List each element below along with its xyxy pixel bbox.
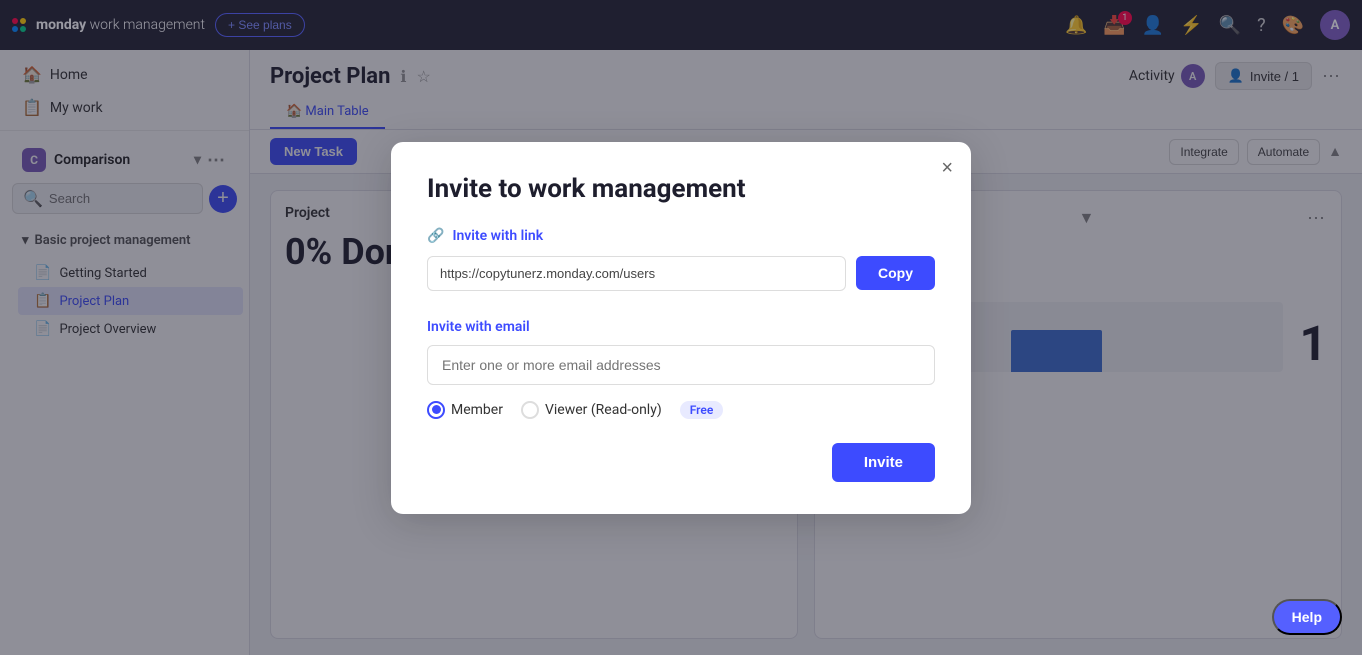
invite-submit-button[interactable]: Invite xyxy=(832,443,935,482)
viewer-radio-dot xyxy=(521,401,539,419)
member-label: Member xyxy=(451,402,503,418)
invite-link-label: Invite with link xyxy=(452,228,543,244)
invite-modal: × Invite to work management 🔗 Invite wit… xyxy=(391,142,971,514)
viewer-label: Viewer (Read-only) xyxy=(545,402,662,418)
viewer-radio[interactable]: Viewer (Read-only) xyxy=(521,401,662,419)
link-input[interactable] xyxy=(427,256,846,291)
invite-link-section-title: 🔗 Invite with link xyxy=(427,228,935,244)
help-button[interactable]: Help xyxy=(1272,599,1342,635)
member-radio-dot xyxy=(427,401,445,419)
modal-close-button[interactable]: × xyxy=(941,158,953,178)
link-row: Copy xyxy=(427,256,935,291)
modal-title: Invite to work management xyxy=(427,174,935,204)
email-input[interactable] xyxy=(427,345,935,385)
modal-overlay: × Invite to work management 🔗 Invite wit… xyxy=(0,0,1362,655)
role-row: Member Viewer (Read-only) Free xyxy=(427,401,935,419)
invite-email-section-title: Invite with email xyxy=(427,319,935,335)
free-badge: Free xyxy=(680,401,724,419)
link-icon: 🔗 xyxy=(427,228,444,244)
copy-button[interactable]: Copy xyxy=(856,256,935,290)
member-radio[interactable]: Member xyxy=(427,401,503,419)
